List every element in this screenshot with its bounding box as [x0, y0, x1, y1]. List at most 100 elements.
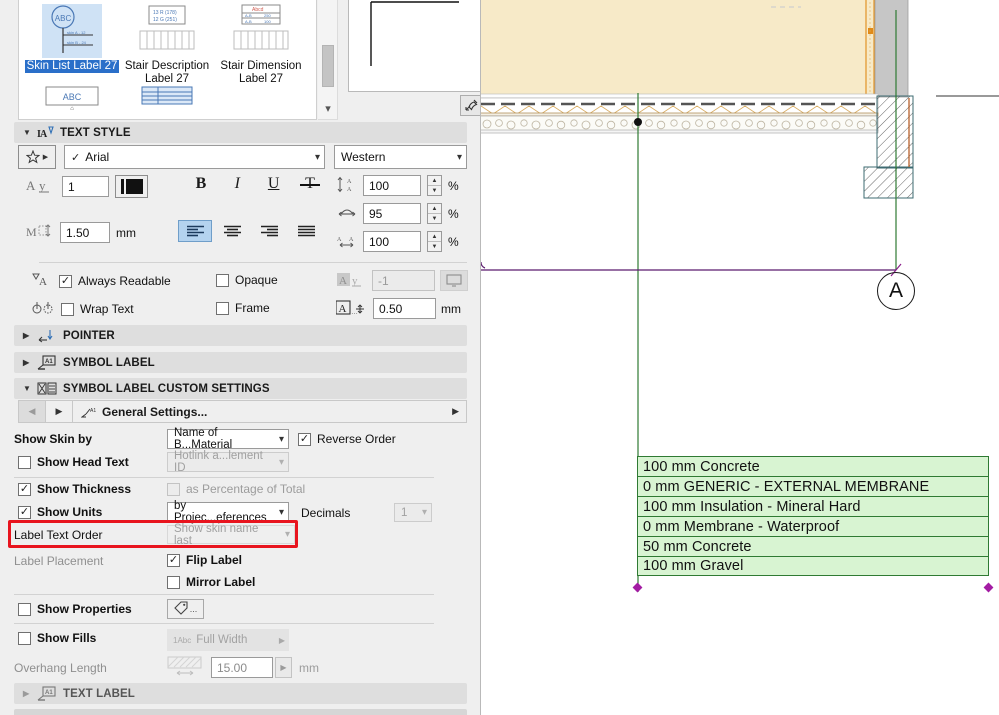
pick-up-parameters-button[interactable] — [460, 95, 480, 116]
text-pen-group: A y 1 — [26, 175, 148, 198]
char-spacing-stepper[interactable]: ▲ ▼ — [427, 231, 442, 252]
checkbox-label: Show Fills — [37, 631, 97, 645]
properties-selector-button[interactable]: ... — [167, 599, 204, 619]
svg-text:A: A — [26, 178, 36, 193]
settings-page-icon: A1 — [81, 406, 97, 418]
align-right-button[interactable] — [252, 220, 286, 242]
screen-icon[interactable] — [440, 270, 468, 291]
checkbox-label: Show Head Text — [37, 455, 129, 469]
head-text-value: Hotlink a...lement ID — [174, 450, 263, 474]
decimals-value: 1 — [401, 506, 408, 519]
label-text-order-dropdown[interactable]: Show skin name last ▾ — [167, 522, 295, 547]
pen-override-input[interactable]: -1 — [372, 270, 435, 291]
show-units-value: by Projec...eferences — [174, 500, 267, 524]
margin-value: 0.50 — [379, 301, 403, 316]
elevation-marker-a[interactable]: A — [877, 272, 915, 310]
overhang-length-input[interactable]: 15.00 — [211, 657, 273, 678]
wrap-text-checkbox[interactable]: Wrap Text — [61, 302, 134, 316]
show-skin-by-dropdown[interactable]: Name of B...Material ▾ — [167, 427, 289, 451]
chevron-down-icon[interactable]: ▾ — [318, 102, 338, 115]
thumbnail-list[interactable]: ABC skin A - 12 skin B - 24 Skin List La… — [18, 0, 317, 120]
script-dropdown[interactable]: Western ▾ — [334, 145, 467, 169]
custom-settings-icon — [37, 381, 57, 396]
thumbnail-stair-description-label-27[interactable]: 13 R (178) 12 G (251) Stair Description … — [120, 2, 214, 86]
svg-text:A1: A1 — [45, 359, 53, 365]
mirror-label-checkbox[interactable]: Mirror Label — [167, 575, 255, 589]
settings-page-title: General Settings... — [102, 404, 208, 419]
thumbnail-text-label[interactable]: ABC ⌂ — [25, 84, 119, 110]
divider — [14, 623, 434, 624]
thumbnail-stair-dimension-label-27[interactable]: Abcd A-B 250 A-B 100 Stair Dimension Lab… — [214, 2, 308, 86]
section-header-symbol-label[interactable]: ▶ A1 SYMBOL LABEL — [14, 352, 467, 373]
triangle-right-icon[interactable]: ▶ — [46, 401, 73, 422]
show-thickness-checkbox[interactable]: ✓ Show Thickness — [18, 482, 131, 496]
symbol-label-icon: A1 — [37, 355, 57, 370]
section-header-text-style[interactable]: ▼ I A TEXT STYLE — [14, 122, 467, 143]
section-header-symbol-label-custom-settings[interactable]: ▼ SYMBOL LABEL CUSTOM SETTINGS — [14, 378, 467, 399]
triangle-left-icon[interactable]: ◀ — [19, 401, 46, 422]
label-text-order-value: Show skin name last — [174, 522, 259, 547]
show-properties-checkbox[interactable]: Show Properties — [18, 602, 132, 616]
opaque-checkbox[interactable]: Opaque — [216, 273, 278, 287]
width-factor-input[interactable]: 95 — [363, 203, 421, 224]
align-left-button[interactable] — [178, 220, 212, 242]
checkbox-label: Mirror Label — [186, 575, 256, 589]
pen-index-input[interactable]: 1 — [62, 176, 109, 197]
skin-list-label[interactable]: 100 mm Concrete 0 mm GENERIC - EXTERNAL … — [637, 456, 989, 576]
show-units-checkbox[interactable]: ✓ Show Units — [18, 505, 102, 519]
show-head-text-checkbox[interactable]: Show Head Text — [18, 455, 129, 469]
stair-dimension-thumb-icon: Abcd A-B 250 A-B 100 — [214, 2, 308, 60]
line-spacing-stepper[interactable]: ▲ ▼ — [427, 175, 442, 196]
overhang-icon — [167, 656, 203, 681]
thumbnail-table-label[interactable] — [120, 84, 214, 110]
width-factor-icon — [337, 205, 357, 223]
checkbox-box — [216, 301, 229, 315]
decimals-dropdown[interactable]: 1 ▾ — [394, 503, 432, 522]
svg-text:Abcd: Abcd — [252, 7, 264, 13]
margin-input[interactable]: 0.50 — [373, 298, 436, 319]
font-favorites-button[interactable]: ▶ — [18, 145, 56, 169]
always-readable-row: A ✓ Always Readable — [32, 272, 171, 290]
drawing-canvas[interactable]: A 100 mm Concrete 0 mm GENERIC - EXTERNA… — [481, 0, 999, 715]
checkbox-box — [167, 575, 180, 589]
always-readable-checkbox[interactable]: ✓ Always Readable — [59, 274, 171, 288]
font-family-dropdown[interactable]: ✓ Arial ▾ — [64, 145, 325, 169]
svg-text:A1: A1 — [90, 408, 96, 414]
thumbnail-label: Stair Description Label 27 — [124, 60, 210, 85]
thumbnail-scrollbar[interactable]: ▾ — [318, 0, 338, 120]
show-fills-dropdown[interactable]: 1Abc Full Width ▶ — [167, 629, 289, 651]
star-icon[interactable]: ▶ — [18, 145, 56, 169]
thumbnail-skin-list-label-27[interactable]: ABC skin A - 12 skin B - 24 Skin List La… — [25, 2, 119, 73]
section-header-pointer[interactable]: ▶ POINTER — [14, 325, 467, 346]
reverse-order-checkbox[interactable]: ✓ Reverse Order — [298, 432, 396, 446]
triangle-right-small-icon[interactable]: ▶ — [452, 406, 459, 417]
head-text-dropdown[interactable]: Hotlink a...lement ID ▾ — [167, 450, 289, 474]
bold-button[interactable]: B — [183, 175, 219, 193]
align-center-button[interactable] — [215, 220, 249, 242]
section-header-partial[interactable]: ▶ — [14, 709, 467, 715]
overhang-length-stepper[interactable]: ▶ — [275, 657, 292, 678]
as-percentage-checkbox[interactable]: as Percentage of Total — [167, 482, 305, 496]
chevron-down-icon: ▼ — [23, 384, 32, 393]
width-factor-stepper[interactable]: ▲ ▼ — [427, 203, 442, 224]
checkbox-label: Show Thickness — [37, 482, 132, 496]
show-fills-checkbox[interactable]: Show Fills — [18, 631, 96, 645]
svg-text:ABC: ABC — [55, 14, 72, 23]
chevron-down-icon: ▾ — [278, 506, 284, 518]
section-header-text-label[interactable]: ▶ A1 TEXT LABEL — [14, 683, 467, 704]
pen-color-swatch-button[interactable] — [115, 175, 148, 198]
archicad-label-settings-screen: ABC skin A - 12 skin B - 24 Skin List La… — [0, 0, 999, 715]
underline-button[interactable]: U — [256, 175, 292, 193]
italic-button[interactable]: I — [219, 175, 255, 193]
show-skin-by-value: Name of B...Material — [174, 427, 233, 451]
flip-label-checkbox[interactable]: ✓ Flip Label — [167, 553, 242, 567]
scrollbar-thumb[interactable] — [322, 45, 334, 87]
text-size-input[interactable]: 1.50 — [60, 222, 110, 243]
line-spacing-input[interactable]: 100 — [363, 175, 421, 196]
frame-checkbox[interactable]: Frame — [216, 301, 270, 315]
show-units-dropdown[interactable]: by Projec...eferences ▾ — [167, 500, 289, 524]
strikethrough-button[interactable]: T — [292, 175, 328, 193]
svg-text:A: A — [339, 275, 347, 287]
char-spacing-input[interactable]: 100 — [363, 231, 421, 252]
align-justify-button[interactable] — [289, 220, 323, 242]
